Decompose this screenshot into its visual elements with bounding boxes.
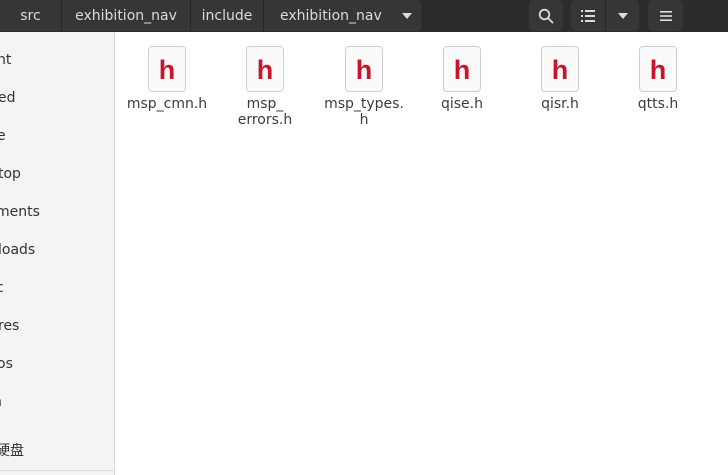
sidebar-item-label: ed — [0, 90, 16, 106]
file-name: qtts.h — [637, 96, 679, 112]
breadcrumb: src exhibition_nav include exhibition_na… — [0, 0, 423, 31]
file-item[interactable]: h qisr.h — [512, 46, 608, 112]
header-bar: src exhibition_nav include exhibition_na… — [0, 0, 728, 32]
sidebar-divider — [0, 470, 114, 471]
sidebar-item-label: top — [0, 166, 21, 182]
file-name: qise.h — [440, 96, 483, 112]
sidebar-item-label: ments — [0, 204, 40, 220]
file-name: msp_cmn.h — [126, 96, 208, 112]
breadcrumb-current-label: exhibition_nav — [280, 7, 382, 24]
c-header-file-icon: h — [639, 46, 677, 92]
file-item[interactable]: h msp_ errors.h — [217, 46, 313, 128]
file-name: qisr.h — [541, 96, 579, 112]
sidebar-item-documents[interactable]: ments — [0, 193, 114, 231]
file-item[interactable]: h msp_cmn.h — [119, 46, 215, 112]
c-header-file-icon: h — [246, 46, 284, 92]
hamburger-menu-icon — [659, 10, 672, 21]
breadcrumb-item-current[interactable]: exhibition_nav — [264, 0, 423, 31]
file-name: msp_types. h — [324, 96, 404, 128]
sidebar-item-desktop[interactable]: top — [0, 155, 114, 193]
sidebar-item-label: res — [0, 318, 20, 334]
c-header-file-icon: h — [148, 46, 186, 92]
view-options-button[interactable] — [605, 0, 639, 31]
view-toggle — [571, 0, 639, 31]
sidebar-item-disk[interactable]: 硬盘 — [0, 431, 114, 469]
file-item[interactable]: h qise.h — [414, 46, 510, 112]
breadcrumb-item-exhibition-nav[interactable]: exhibition_nav — [62, 0, 191, 31]
c-header-file-icon: h — [345, 46, 383, 92]
sidebar-item-trash[interactable]: h — [0, 383, 114, 421]
sidebar-item-music[interactable]: c — [0, 269, 114, 307]
c-header-file-icon: h — [541, 46, 579, 92]
sidebar-item-starred[interactable]: ed — [0, 79, 114, 117]
list-view-button[interactable] — [571, 0, 605, 31]
sidebar-item-home[interactable]: e — [0, 117, 114, 155]
breadcrumb-item-include[interactable]: include — [191, 0, 264, 31]
file-item[interactable]: h qtts.h — [610, 46, 706, 112]
sidebar-item-downloads[interactable]: loads — [0, 231, 114, 269]
main-menu-button[interactable] — [648, 0, 683, 31]
sidebar-item-label: 硬盘 — [0, 443, 24, 459]
search-icon — [538, 8, 554, 23]
file-item[interactable]: h msp_types. h — [316, 46, 412, 128]
chevron-down-icon — [617, 12, 628, 19]
search-button[interactable] — [529, 0, 563, 31]
sidebar-item-videos[interactable]: os — [0, 345, 114, 383]
sidebar: nt ed e top ments loads c res os h 硬盘 — [0, 32, 115, 475]
chevron-down-icon[interactable] — [402, 12, 412, 19]
c-header-file-icon: h — [443, 46, 481, 92]
sidebar-item-label: nt — [0, 52, 12, 68]
sidebar-item-label: h — [0, 394, 2, 410]
list-view-icon — [581, 9, 595, 22]
file-name: msp_ errors.h — [237, 96, 293, 128]
sidebar-item-pictures[interactable]: res — [0, 307, 114, 345]
sidebar-item-label: c — [0, 280, 4, 296]
sidebar-item-label: loads — [0, 242, 36, 258]
sidebar-item-recent[interactable]: nt — [0, 41, 114, 79]
sidebar-item-label: os — [0, 356, 13, 372]
breadcrumb-item-src[interactable]: src — [0, 0, 62, 31]
sidebar-item-label: e — [0, 128, 6, 144]
